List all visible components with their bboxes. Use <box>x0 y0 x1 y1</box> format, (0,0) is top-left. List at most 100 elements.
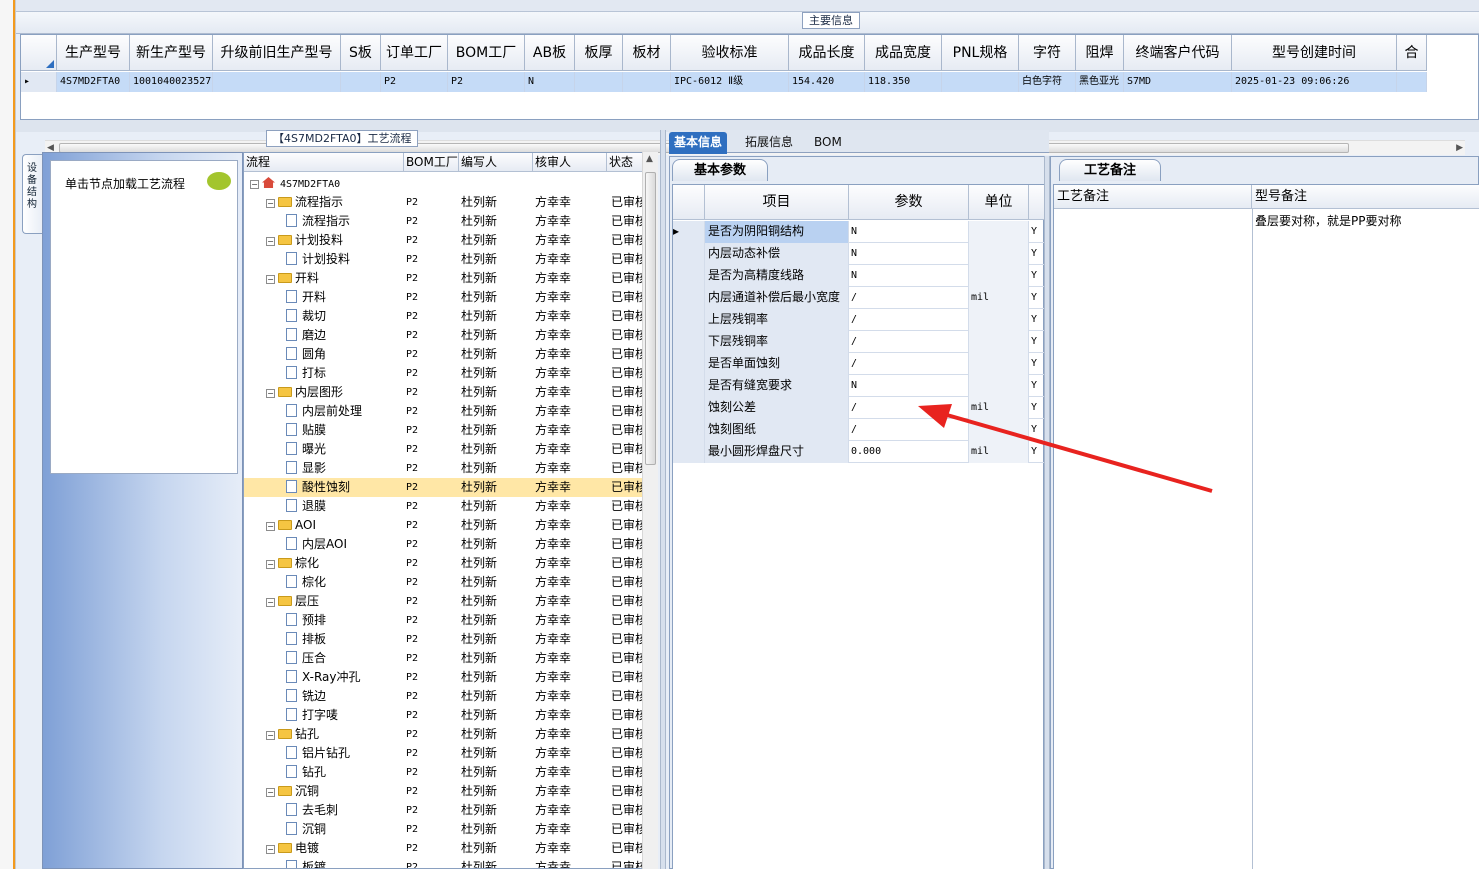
param-col-header[interactable]: 项目 <box>705 185 849 220</box>
main-grid-col-header[interactable]: 成品宽度 <box>865 35 942 71</box>
param-col-header[interactable]: 参数 <box>849 185 969 220</box>
main-grid-col-header[interactable]: BOM工厂 <box>448 35 525 71</box>
tree-row[interactable]: −沉铜P2杜列新方幸幸已审核 <box>244 782 644 801</box>
main-grid-col-header[interactable]: 阻焊 <box>1076 35 1124 71</box>
tab-process-notes[interactable]: 工艺备注 <box>1059 159 1161 181</box>
tree-row[interactable]: 铣边P2杜列新方幸幸已审核 <box>244 687 644 706</box>
param-row[interactable]: 是否单面蚀刻 / Y <box>673 353 1045 375</box>
param-unit[interactable]: mil <box>969 397 1029 419</box>
param-unit[interactable]: mil <box>969 441 1029 463</box>
param-row[interactable]: 蚀刻图纸 / Y <box>673 419 1045 441</box>
param-unit[interactable] <box>969 353 1029 375</box>
tree-row[interactable]: 棕化P2杜列新方幸幸已审核 <box>244 573 644 592</box>
param-value[interactable]: N <box>849 243 969 265</box>
main-grid-col-header[interactable]: 字符 <box>1019 35 1076 71</box>
param-value[interactable]: N <box>849 375 969 397</box>
param-value[interactable]: / <box>849 397 969 419</box>
tree-row[interactable]: −钻孔P2杜列新方幸幸已审核 <box>244 725 644 744</box>
main-grid-cell[interactable]: IPC-6012 Ⅱ级 <box>671 72 789 92</box>
tree-row[interactable]: −棕化P2杜列新方幸幸已审核 <box>244 554 644 573</box>
param-row[interactable]: 上层残铜率 / Y <box>673 309 1045 331</box>
param-row[interactable]: 是否有缝宽要求 N Y <box>673 375 1045 397</box>
main-grid-cell[interactable] <box>942 72 1019 92</box>
tree-row[interactable]: 沉铜P2杜列新方幸幸已审核 <box>244 820 644 839</box>
param-unit[interactable] <box>969 419 1029 441</box>
main-grid-col-header[interactable]: 板厚 <box>575 35 623 71</box>
param-row[interactable]: ▸ 是否为阴阳铜结构 N Y <box>673 221 1045 243</box>
tree-row[interactable]: 显影P2杜列新方幸幸已审核 <box>244 459 644 478</box>
speech-bubble-icon[interactable] <box>207 172 231 190</box>
tree-col-header[interactable]: 编写人 <box>459 153 533 172</box>
main-grid-col-header[interactable]: 生产型号 <box>57 35 130 71</box>
param-value[interactable]: / <box>849 331 969 353</box>
param-row[interactable]: 内层动态补偿 N Y <box>673 243 1045 265</box>
main-grid-cell[interactable]: 118.350 <box>865 72 942 92</box>
main-grid-col-header[interactable]: 合 <box>1397 35 1427 71</box>
tree-row[interactable]: 压合P2杜列新方幸幸已审核 <box>244 649 644 668</box>
main-grid-col-header[interactable]: PNL规格 <box>942 35 1019 71</box>
collapse-icon[interactable]: − <box>266 731 275 740</box>
tree-row[interactable]: 酸性蚀刻P2杜列新方幸幸已审核 <box>244 478 644 497</box>
param-unit[interactable] <box>969 375 1029 397</box>
param-flag[interactable]: Y <box>1029 287 1045 309</box>
param-flag[interactable]: Y <box>1029 353 1045 375</box>
main-grid-col-header[interactable]: 终端客户代码 <box>1124 35 1232 71</box>
main-grid-cell[interactable] <box>213 72 341 92</box>
main-grid-cell[interactable]: 白色字符 <box>1019 72 1076 92</box>
tree-row[interactable]: 去毛刺P2杜列新方幸幸已审核 <box>244 801 644 820</box>
param-flag[interactable]: Y <box>1029 243 1045 265</box>
tree-row[interactable]: −电镀P2杜列新方幸幸已审核 <box>244 839 644 858</box>
main-grid-cell[interactable]: 10010400235272 <box>130 72 213 92</box>
tree-row[interactable]: 内层AOIP2杜列新方幸幸已审核 <box>244 535 644 554</box>
tree-row[interactable]: 磨边P2杜列新方幸幸已审核 <box>244 326 644 345</box>
tree-row[interactable]: 贴膜P2杜列新方幸幸已审核 <box>244 421 644 440</box>
param-unit[interactable] <box>969 309 1029 331</box>
tree-row[interactable]: 曝光P2杜列新方幸幸已审核 <box>244 440 644 459</box>
param-flag[interactable]: Y <box>1029 331 1045 353</box>
tree-col-header[interactable]: 流程 <box>244 153 404 172</box>
param-value[interactable]: / <box>849 419 969 441</box>
node-box[interactable]: 单击节点加载工艺流程 <box>50 160 238 474</box>
main-grid-col-header[interactable]: 成品长度 <box>789 35 865 71</box>
tree-row[interactable]: 退膜P2杜列新方幸幸已审核 <box>244 497 644 516</box>
main-grid-cell[interactable] <box>575 72 623 92</box>
param-unit[interactable] <box>969 265 1029 287</box>
collapse-icon[interactable]: − <box>266 788 275 797</box>
main-grid-col-header[interactable]: S板 <box>341 35 381 71</box>
main-grid-cell[interactable] <box>341 72 381 92</box>
tree-scrollbar-thumb[interactable] <box>645 172 656 465</box>
main-grid-cell[interactable] <box>1397 72 1427 92</box>
param-value[interactable]: / <box>849 287 969 309</box>
param-value[interactable]: N <box>849 221 969 243</box>
param-unit[interactable] <box>969 243 1029 265</box>
main-grid-col-header[interactable]: 型号创建时间 <box>1232 35 1397 71</box>
splitter-left[interactable] <box>660 130 666 869</box>
collapse-icon[interactable]: − <box>266 237 275 246</box>
param-flag[interactable]: Y <box>1029 221 1045 243</box>
select-all-icon[interactable] <box>46 60 54 68</box>
tree-row[interactable]: 开料P2杜列新方幸幸已审核 <box>244 288 644 307</box>
collapse-icon[interactable]: − <box>266 522 275 531</box>
side-tab-equipment[interactable]: 设备结构 <box>22 154 44 234</box>
main-grid-cell[interactable]: 154.420 <box>789 72 865 92</box>
tree-row[interactable]: 计划投料P2杜列新方幸幸已审核 <box>244 250 644 269</box>
main-grid-cell[interactable]: S7MD <box>1124 72 1232 92</box>
param-unit[interactable] <box>969 221 1029 243</box>
main-grid-col-header[interactable]: 验收标准 <box>671 35 789 71</box>
main-grid-cell[interactable]: P2 <box>448 72 525 92</box>
tree-row[interactable]: −开料P2杜列新方幸幸已审核 <box>244 269 644 288</box>
collapse-icon[interactable]: − <box>266 389 275 398</box>
scroll-up-icon[interactable]: ▲ <box>646 154 653 164</box>
param-flag[interactable]: Y <box>1029 375 1045 397</box>
param-row[interactable]: 内层通道补偿后最小宽度 / mil Y <box>673 287 1045 309</box>
tree-row[interactable]: 流程指示P2杜列新方幸幸已审核 <box>244 212 644 231</box>
param-flag[interactable]: Y <box>1029 419 1045 441</box>
tree-row[interactable]: 钻孔P2杜列新方幸幸已审核 <box>244 763 644 782</box>
tree-row[interactable]: 打标P2杜列新方幸幸已审核 <box>244 364 644 383</box>
scroll-right-icon[interactable]: ▶ <box>1456 143 1463 153</box>
tree-col-header[interactable]: 核审人 <box>533 153 607 172</box>
param-col-header[interactable]: 单位 <box>969 185 1029 220</box>
main-grid-col-header[interactable]: 升级前旧生产型号 <box>213 35 341 71</box>
tree-row[interactable]: 板镀P2杜列新方幸幸已审核 <box>244 858 644 868</box>
param-value[interactable]: / <box>849 353 969 375</box>
